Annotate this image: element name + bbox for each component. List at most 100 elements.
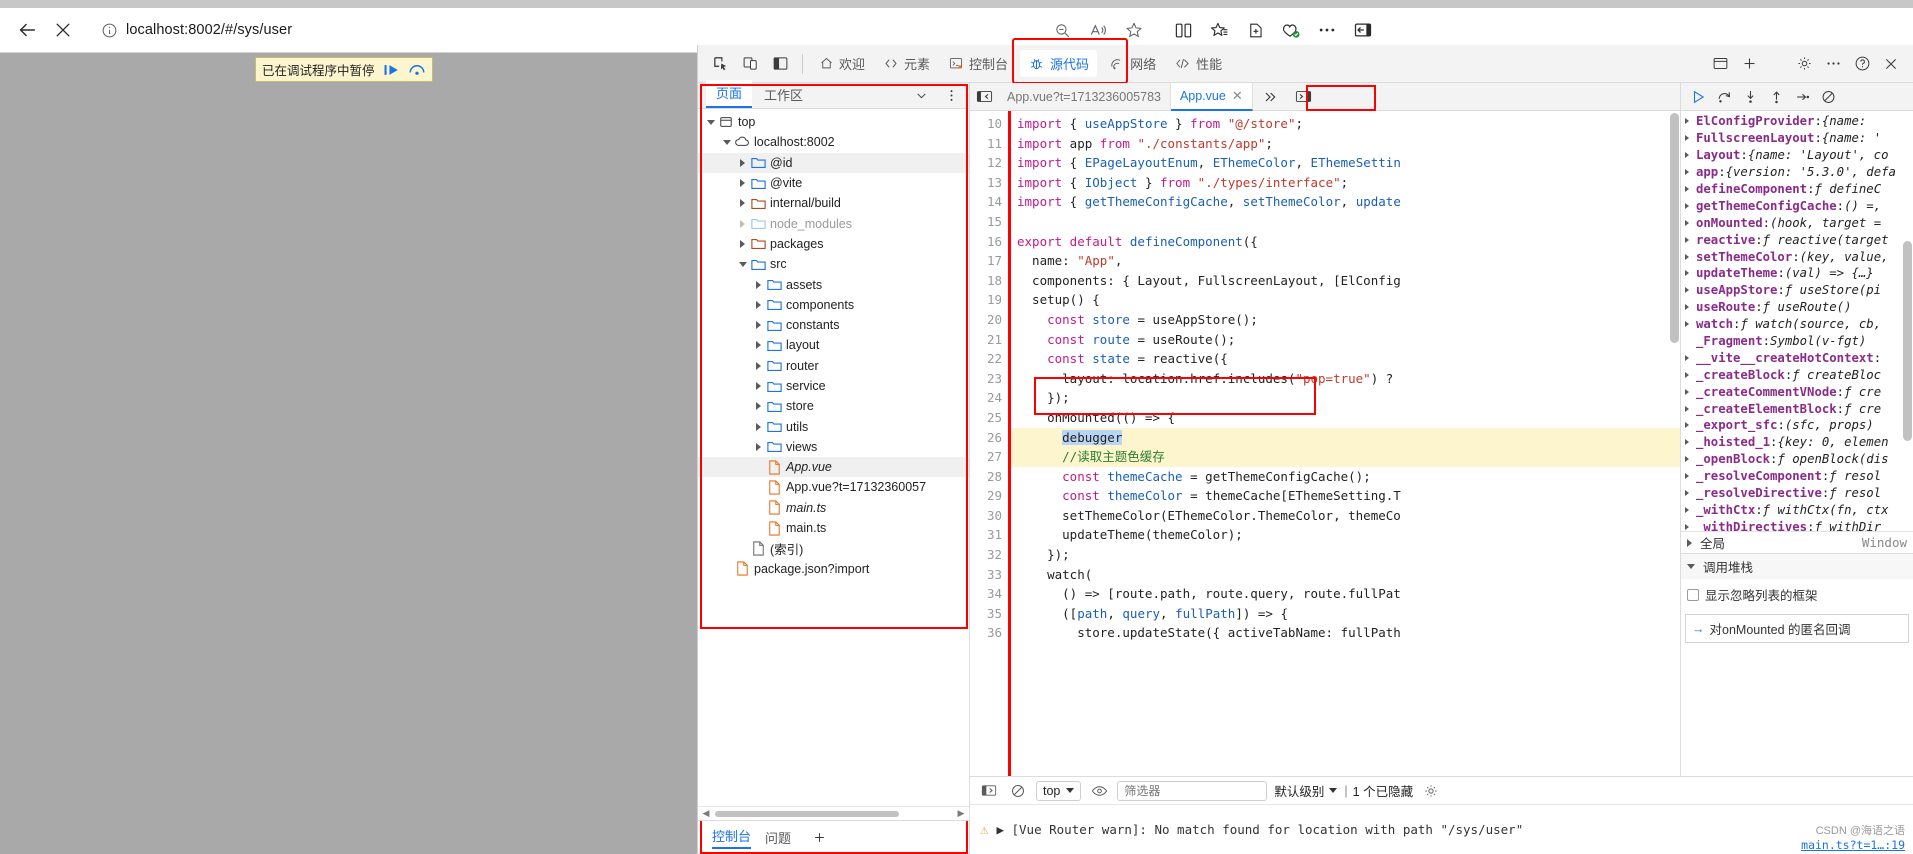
scope-variable-row[interactable]: defineComponent: ƒ defineC [1681,181,1913,198]
tab-welcome[interactable]: 欢迎 [811,50,873,77]
console-level-select[interactable]: 默认级别 [1274,781,1338,800]
code-line[interactable]: }); [1011,388,1680,408]
tree-item--vite[interactable]: @vite [698,173,969,193]
navigator-horizontal-scrollbar[interactable]: ◀ ▶ [698,806,969,820]
devtools-settings-icon[interactable] [1790,51,1818,77]
line-number[interactable]: 27 [970,447,1002,467]
line-number[interactable]: 16 [970,232,1002,252]
inspect-element-icon[interactable] [706,51,734,77]
line-number[interactable]: 33 [970,565,1002,585]
step-over-button[interactable] [1713,86,1735,108]
tree-item-src[interactable]: src [698,254,969,274]
scope-variable-row[interactable]: _resolveDirective: ƒ resol [1681,485,1913,502]
expand-arrow-icon[interactable] [1685,405,1696,412]
step-button[interactable] [1791,86,1813,108]
code-line[interactable]: setThemeColor(EThemeColor.ThemeColor, th… [1011,506,1680,526]
code-content[interactable]: import { useAppStore } from "@/store"; im… [1011,111,1680,815]
scroll-right-arrow[interactable]: ▶ [955,808,967,819]
line-number[interactable]: 30 [970,506,1002,526]
line-number[interactable]: 20 [970,310,1002,330]
scope-variable-row[interactable]: _withCtx: ƒ withCtx(fn, ctx [1681,501,1913,518]
expand-arrow-icon[interactable] [1685,422,1696,429]
scope-variable-row[interactable]: app: {version: '5.3.0', defa [1681,164,1913,181]
scope-variable-row[interactable]: FullscreenLayout: {name: ' [1681,130,1913,147]
scope-variable-row[interactable]: _createCommentVNode: ƒ cre [1681,383,1913,400]
code-line[interactable]: }); [1011,545,1680,565]
scope-variable-row[interactable]: _resolveComponent: ƒ resol [1681,468,1913,485]
tree-item-router[interactable]: router [698,356,969,376]
expand-arrow-icon[interactable] [1685,354,1696,361]
resume-button[interactable] [1687,86,1709,108]
scope-variable-row[interactable]: reactive: ƒ reactive(target [1681,231,1913,248]
line-number[interactable]: 11 [970,134,1002,154]
tab-console[interactable]: 控制台 [940,50,1016,77]
code-line[interactable]: const state = reactive({ [1011,349,1680,369]
scope-variable-row[interactable]: useAppStore: ƒ useStore(pi [1681,282,1913,299]
tab-network[interactable]: 网络 [1101,50,1164,77]
expand-arrow-dim-icon[interactable] [736,219,749,228]
code-line[interactable]: updateTheme(themeColor); [1011,525,1680,545]
back-button[interactable] [10,13,44,47]
expand-arrow-icon[interactable] [1685,186,1696,192]
tree-item-assets[interactable]: assets [698,274,969,294]
code-line[interactable]: import { IObject } from "./types/interfa… [1011,173,1680,193]
split-screen-icon[interactable] [1168,15,1198,45]
expand-arrow-icon[interactable] [752,321,765,330]
line-number[interactable]: 17 [970,251,1002,271]
expand-arrow-icon[interactable] [1685,456,1696,463]
tree-item-utils[interactable]: utils [698,416,969,436]
expand-arrow-icon[interactable] [736,158,749,167]
tree-item-app-vue[interactable]: App.vue [698,457,969,478]
expand-arrow-icon[interactable] [1685,506,1696,513]
collections-icon[interactable] [1204,15,1234,45]
line-number[interactable]: 29 [970,486,1002,506]
expand-arrow-icon[interactable] [752,382,765,390]
code-line[interactable]: import { useAppStore } from "@/store"; [1011,114,1680,134]
scope-variable-row[interactable]: Layout: {name: 'Layout', co [1681,147,1913,164]
scope-variable-row[interactable]: _Fragment: Symbol(v-fgt) [1681,333,1913,350]
line-number[interactable]: 15 [970,212,1002,232]
scope-global-row[interactable]: 全局 Window [1681,531,1913,553]
drawer-tab-issues[interactable]: 问题 [765,828,791,847]
tree-item-service[interactable]: service [698,376,969,396]
expand-arrow-open-icon[interactable] [704,119,717,125]
code-line[interactable]: const route = useRoute(); [1011,330,1680,350]
step-out-button[interactable] [1765,86,1787,108]
expand-arrow-icon[interactable] [1685,473,1696,480]
console-filter-input[interactable] [1117,780,1268,801]
expand-arrow-icon[interactable] [1685,371,1696,378]
line-number[interactable]: 22 [970,349,1002,369]
code-line[interactable]: import { getThemeConfigCache, setThemeCo… [1011,192,1680,212]
expand-arrow-icon[interactable] [1685,169,1696,176]
code-line[interactable]: //读取主题色缓存 [1011,447,1680,467]
navigator-more-icon[interactable] [937,82,965,108]
scope-variable-row[interactable]: _openBlock: ƒ openBlock(dis [1681,451,1913,468]
editor-tab-appvue[interactable]: App.vue ✕ [1170,82,1253,111]
code-line[interactable]: debugger [1011,427,1680,448]
more-editor-tabs-icon[interactable] [1253,84,1287,110]
line-number[interactable]: 28 [970,467,1002,487]
nav-tab-page[interactable]: 页面 [706,80,753,108]
favorite-star-icon[interactable] [1120,16,1148,44]
code-line[interactable] [1011,212,1680,232]
line-number[interactable]: 26 [970,428,1002,448]
scope-variable-row[interactable]: watch: ƒ watch(source, cb, [1681,316,1913,333]
scope-variable-row[interactable]: _createElementBlock: ƒ cre [1681,400,1913,417]
line-number[interactable]: 18 [970,271,1002,291]
tree-item-components[interactable]: components [698,295,969,315]
resume-script-icon[interactable] [383,63,400,77]
editor-tab-appvue-query[interactable]: App.vue?t=1713236005783 [998,82,1171,111]
chevron-down-icon[interactable] [907,82,935,108]
clear-console-icon[interactable] [978,780,1000,802]
code-line[interactable]: components: { Layout, FullscreenLayout, … [1011,271,1680,291]
line-number[interactable]: 21 [970,330,1002,350]
tree-item-packages[interactable]: packages [698,234,969,254]
line-number[interactable]: 23 [970,369,1002,389]
expand-arrow-icon[interactable] [1685,523,1696,530]
show-debugger-icon[interactable] [1287,84,1321,110]
scope-variable-row[interactable]: _hoisted_1: {key: 0, elemen [1681,434,1913,451]
code-vertical-scrollbar[interactable] [1670,113,1679,343]
settings-and-more-icon[interactable] [1312,15,1342,45]
show-ignore-list-row[interactable]: 显示忽略列表的框架 [1687,585,1907,604]
show-ignore-list-checkbox[interactable] [1687,588,1699,601]
